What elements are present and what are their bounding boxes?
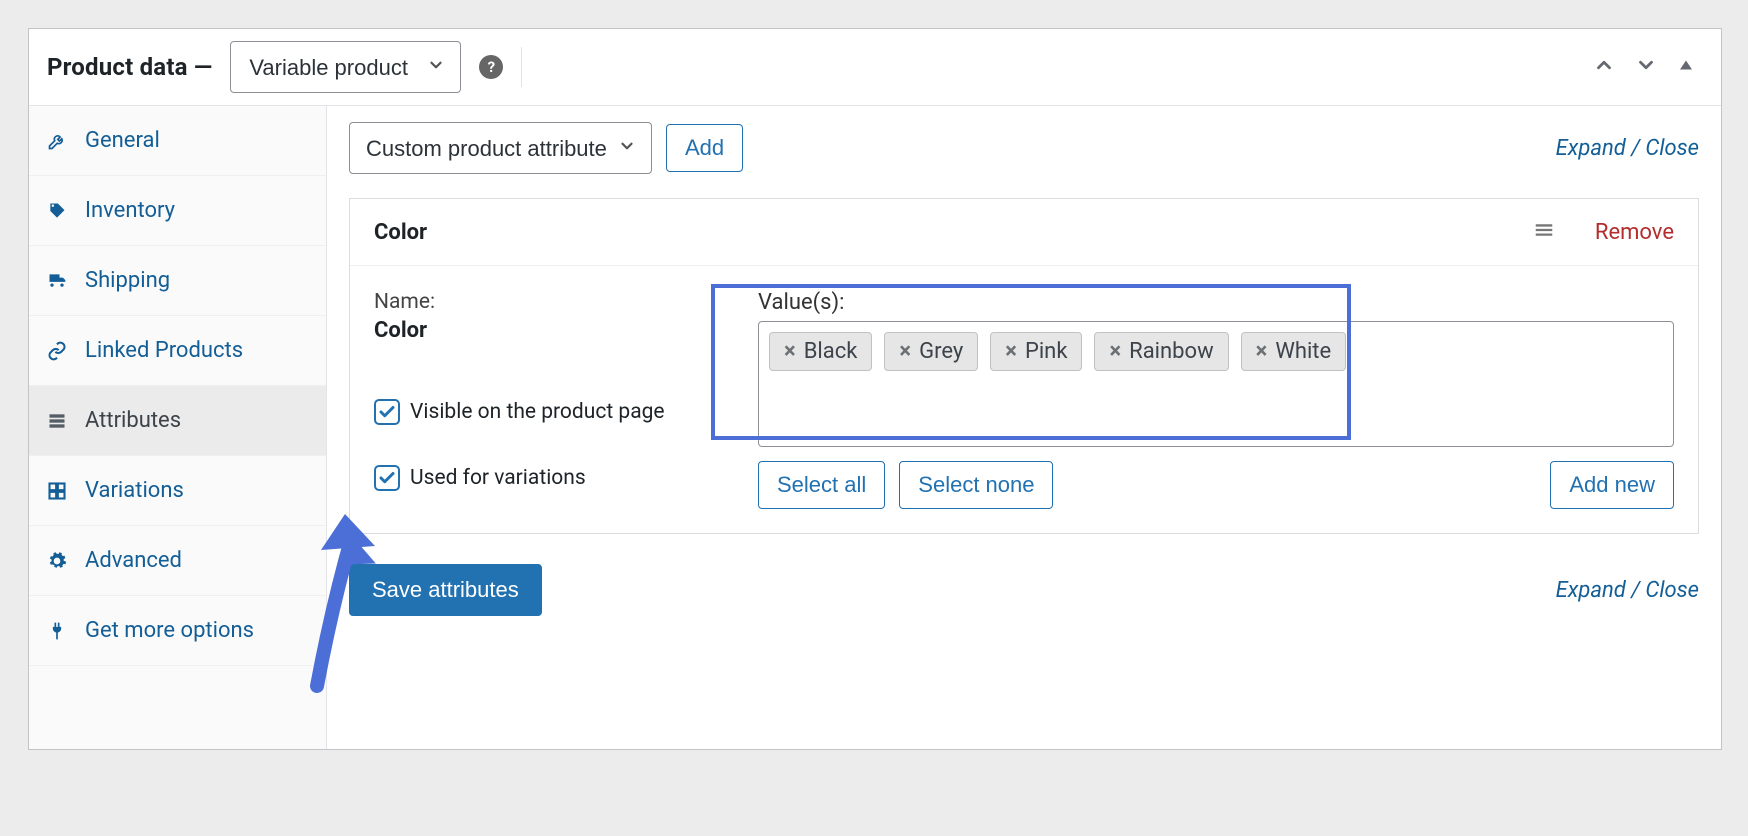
sidebar-item-label: Variations xyxy=(85,478,184,503)
help-icon[interactable]: ? xyxy=(479,55,503,79)
select-none-button[interactable]: Select none xyxy=(899,461,1053,509)
save-attributes-button[interactable]: Save attributes xyxy=(349,564,542,616)
add-new-value-button[interactable]: Add new xyxy=(1550,461,1674,509)
sidebar-item-label: General xyxy=(85,128,160,153)
values-tag-input[interactable]: × Black × Grey × Pink × Rainbow × White xyxy=(758,321,1674,447)
sidebar-item-label: Get more options xyxy=(85,618,254,643)
link-icon xyxy=(45,341,69,361)
gear-icon xyxy=(45,551,69,571)
tag-label: Rainbow xyxy=(1129,339,1213,364)
sidebar-item-label: Shipping xyxy=(85,268,170,293)
tag-icon xyxy=(45,201,69,221)
product-type-select[interactable]: Variable product xyxy=(230,41,461,93)
drag-handle-icon[interactable] xyxy=(1533,219,1555,245)
main-content: Custom product attribute Add Expand / Cl… xyxy=(327,106,1721,749)
wrench-icon xyxy=(45,131,69,151)
attribute-header-actions: Remove xyxy=(1533,219,1674,245)
sidebar-item-label: Attributes xyxy=(85,408,181,433)
remove-tag-icon[interactable]: × xyxy=(1256,339,1268,364)
product-data-panel: Product data — Variable product ? xyxy=(28,28,1722,750)
separator xyxy=(521,47,522,87)
name-value: Color xyxy=(374,318,718,343)
remove-tag-icon[interactable]: × xyxy=(899,339,911,364)
tag-label: Pink xyxy=(1025,339,1068,364)
product-type-select-wrap: Variable product xyxy=(230,41,461,93)
attribute-taxonomy-select-wrap: Custom product attribute xyxy=(349,122,652,174)
value-tag[interactable]: × Black xyxy=(769,332,872,371)
remove-attribute-link[interactable]: Remove xyxy=(1595,220,1674,245)
plug-icon xyxy=(45,621,69,641)
attribute-taxonomy-select[interactable]: Custom product attribute xyxy=(349,122,652,174)
panel-body: General Inventory Shipping Linked Produc… xyxy=(29,106,1721,749)
value-tag[interactable]: × Pink xyxy=(990,332,1082,371)
visible-label: Visible on the product page xyxy=(410,400,665,424)
used-for-variations-row: Used for variations xyxy=(374,465,718,491)
sidebar-item-advanced[interactable]: Advanced xyxy=(29,526,326,596)
truck-icon xyxy=(45,271,69,291)
tag-label: Black xyxy=(804,339,858,364)
sidebar-item-label: Inventory xyxy=(85,198,175,223)
chevron-down-icon[interactable] xyxy=(1635,54,1657,80)
attribute-header[interactable]: Color Remove xyxy=(350,199,1698,266)
panel-title: Product data — xyxy=(47,53,212,81)
used-for-variations-label: Used for variations xyxy=(410,466,586,490)
select-all-button[interactable]: Select all xyxy=(758,461,885,509)
sidebar-item-linked-products[interactable]: Linked Products xyxy=(29,316,326,386)
tag-label: White xyxy=(1275,339,1331,364)
value-tag[interactable]: × White xyxy=(1241,332,1347,371)
values-label: Value(s): xyxy=(758,290,1674,315)
attributes-top-row: Custom product attribute Add Expand / Cl… xyxy=(349,122,1699,174)
tag-label: Grey xyxy=(919,339,963,364)
used-for-variations-checkbox[interactable] xyxy=(374,465,400,491)
sidebar-item-shipping[interactable]: Shipping xyxy=(29,246,326,316)
add-attribute-button[interactable]: Add xyxy=(666,124,743,172)
expand-close-link[interactable]: Expand / Close xyxy=(1556,136,1699,161)
triangle-up-icon[interactable] xyxy=(1677,56,1695,78)
expand-close-link-bottom[interactable]: Expand / Close xyxy=(1556,578,1699,603)
value-actions-row: Select all Select none Add new xyxy=(758,461,1674,509)
value-tag[interactable]: × Grey xyxy=(884,332,978,371)
sidebar-item-general[interactable]: General xyxy=(29,106,326,176)
panel-header-actions xyxy=(1593,54,1703,80)
sidebar-item-label: Advanced xyxy=(85,548,182,573)
grid-icon xyxy=(45,481,69,501)
sidebar-item-attributes[interactable]: Attributes xyxy=(29,386,326,456)
remove-tag-icon[interactable]: × xyxy=(1005,339,1017,364)
remove-tag-icon[interactable]: × xyxy=(784,339,796,364)
value-tag[interactable]: × Rainbow xyxy=(1094,332,1228,371)
name-label: Name: xyxy=(374,290,718,314)
remove-tag-icon[interactable]: × xyxy=(1109,339,1121,364)
save-row: Save attributes Expand / Close xyxy=(349,564,1699,616)
attribute-left-column: Name: Color Visible on the product page xyxy=(374,290,718,509)
sidebar: General Inventory Shipping Linked Produc… xyxy=(29,106,327,749)
list-icon xyxy=(45,411,69,431)
attribute-body: Name: Color Visible on the product page xyxy=(350,266,1698,533)
attribute-box: Color Remove Name: Color xyxy=(349,198,1699,534)
visible-checkbox[interactable] xyxy=(374,399,400,425)
panel-header: Product data — Variable product ? xyxy=(29,29,1721,106)
sidebar-item-label: Linked Products xyxy=(85,338,243,363)
attribute-title: Color xyxy=(374,220,427,245)
sidebar-item-get-more-options[interactable]: Get more options xyxy=(29,596,326,666)
chevron-up-icon[interactable] xyxy=(1593,54,1615,80)
attribute-right-column: Value(s): × Black × Grey × Pink × Rainbow × W… xyxy=(758,290,1674,509)
sidebar-item-inventory[interactable]: Inventory xyxy=(29,176,326,246)
sidebar-item-variations[interactable]: Variations xyxy=(29,456,326,526)
visible-on-product-row: Visible on the product page xyxy=(374,399,718,425)
